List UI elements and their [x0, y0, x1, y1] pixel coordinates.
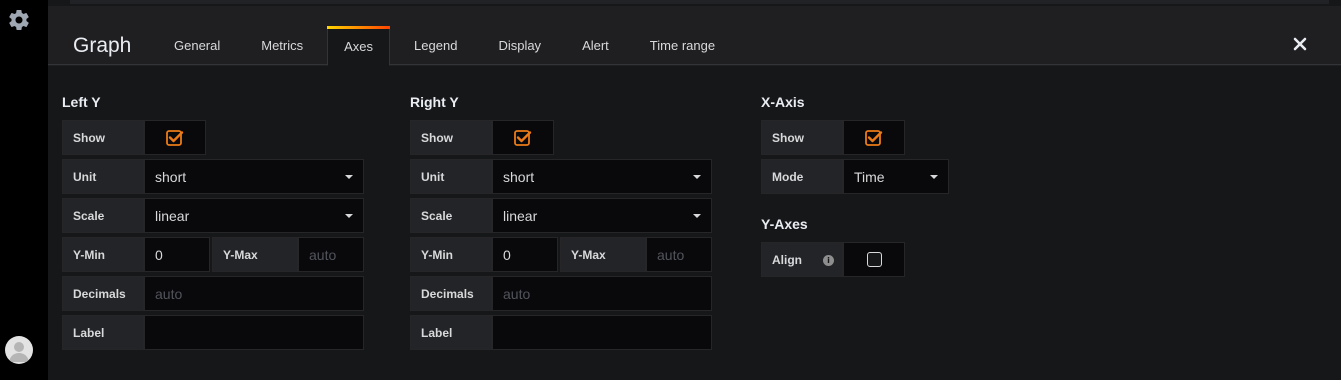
right-y-show-row: Show [410, 120, 712, 155]
ymin-label: Y-Min [62, 237, 144, 272]
label-label: Label [410, 315, 492, 350]
show-label: Show [410, 120, 492, 155]
section-title: Right Y [410, 94, 459, 110]
left-y-unit-row: Unit short [62, 159, 364, 194]
right-y-show-checkbox[interactable] [492, 120, 554, 155]
info-icon[interactable]: i [823, 255, 834, 266]
right-y-label-input[interactable] [492, 315, 712, 350]
user-icon [9, 342, 29, 362]
unit-value: short [503, 168, 535, 185]
right-y-unit-row: Unit short [410, 159, 712, 194]
right-y-label-row: Label [410, 315, 712, 350]
left-y-min-input[interactable]: 0 [144, 237, 210, 272]
tab-time-range[interactable]: Time range [633, 26, 732, 65]
align-label-text: Align [772, 252, 802, 267]
x-axis-section: X-Axis Show Mode Time [761, 94, 949, 198]
scale-value: linear [155, 207, 190, 224]
right-y-minmax-row: Y-Min 0 Y-Max auto [410, 237, 712, 272]
right-y-min-input[interactable]: 0 [492, 237, 558, 272]
align-label: Align i [761, 242, 843, 277]
ymax-label: Y-Max [560, 237, 646, 272]
y-axes-align-row: Align i [761, 242, 905, 277]
x-axis-mode-select[interactable]: Time [843, 159, 949, 194]
axes-tab-body: Left Y Show Unit short Scale linear Y-Mi… [48, 66, 1341, 380]
x-axis-show-checkbox[interactable] [843, 120, 905, 155]
ymax-label: Y-Max [212, 237, 298, 272]
decimals-label: Decimals [62, 276, 144, 311]
right-y-decimals-input[interactable]: auto [492, 276, 712, 311]
unit-value: short [155, 168, 187, 185]
ymin-label: Y-Min [410, 237, 492, 272]
side-menu [0, 0, 48, 380]
decimals-placeholder: auto [155, 285, 183, 302]
gear-icon[interactable] [7, 8, 31, 32]
checkbox-checked-icon [865, 129, 883, 146]
section-title: X-Axis [761, 94, 805, 110]
x-axis-mode-row: Mode Time [761, 159, 949, 194]
x-axis-show-row: Show [761, 120, 949, 155]
mode-label: Mode [761, 159, 843, 194]
left-y-label-row: Label [62, 315, 364, 350]
left-y-decimals-input[interactable]: auto [144, 276, 364, 311]
ymin-value: 0 [503, 246, 511, 263]
scale-label: Scale [62, 198, 144, 233]
right-y-decimals-row: Decimals auto [410, 276, 712, 311]
y-axes-align-checkbox[interactable] [843, 242, 905, 277]
editor-tabs: General Metrics Axes Legend Display Aler… [157, 26, 739, 66]
decimals-label: Decimals [410, 276, 492, 311]
unit-label: Unit [62, 159, 144, 194]
right-y-scale-row: Scale linear [410, 198, 712, 233]
right-y-unit-select[interactable]: short [492, 159, 712, 194]
ymax-placeholder: auto [309, 246, 337, 263]
scale-value: linear [503, 207, 538, 224]
left-y-label-input[interactable] [144, 315, 364, 350]
tab-legend[interactable]: Legend [397, 26, 474, 65]
show-label: Show [62, 120, 144, 155]
tab-axes[interactable]: Axes [327, 26, 391, 66]
ymax-placeholder: auto [657, 246, 685, 263]
left-y-show-row: Show [62, 120, 364, 155]
show-label: Show [761, 120, 843, 155]
checkbox-unchecked-icon [866, 252, 882, 267]
panel-editor: Graph General Metrics Axes Legend Displa… [48, 6, 1341, 380]
tab-general[interactable]: General [157, 26, 237, 65]
y-axes-section: Y-Axes Align i [761, 216, 905, 281]
checkbox-checked-icon [166, 129, 184, 146]
left-y-scale-row: Scale linear [62, 198, 364, 233]
left-y-max-input[interactable]: auto [298, 237, 364, 272]
checkbox-checked-icon [514, 129, 532, 146]
tab-alert[interactable]: Alert [565, 26, 626, 65]
left-y-scale-select[interactable]: linear [144, 198, 364, 233]
right-y-max-input[interactable]: auto [646, 237, 712, 272]
right-y-scale-select[interactable]: linear [492, 198, 712, 233]
left-y-section: Left Y Show Unit short Scale linear Y-Mi… [62, 94, 364, 354]
mode-value: Time [854, 168, 885, 185]
left-y-decimals-row: Decimals auto [62, 276, 364, 311]
caret-down-icon [345, 214, 353, 218]
label-label: Label [62, 315, 144, 350]
ymin-value: 0 [155, 246, 163, 263]
caret-down-icon [693, 214, 701, 218]
section-title: Left Y [62, 94, 101, 110]
tab-metrics[interactable]: Metrics [244, 26, 320, 65]
left-y-unit-select[interactable]: short [144, 159, 364, 194]
unit-label: Unit [410, 159, 492, 194]
caret-down-icon [693, 175, 701, 179]
user-avatar[interactable] [5, 336, 33, 364]
left-y-minmax-row: Y-Min 0 Y-Max auto [62, 237, 364, 272]
right-y-section: Right Y Show Unit short Scale linear Y-M… [410, 94, 712, 354]
tab-display[interactable]: Display [481, 26, 558, 65]
graph-panel-strip [70, 0, 1329, 4]
caret-down-icon [345, 175, 353, 179]
section-title: Y-Axes [761, 216, 808, 232]
panel-title: Graph [73, 34, 132, 57]
close-icon[interactable] [1293, 37, 1307, 51]
caret-down-icon [930, 175, 938, 179]
decimals-placeholder: auto [503, 285, 531, 302]
scale-label: Scale [410, 198, 492, 233]
editor-header: Graph General Metrics Axes Legend Displa… [48, 6, 1341, 66]
left-y-show-checkbox[interactable] [144, 120, 206, 155]
